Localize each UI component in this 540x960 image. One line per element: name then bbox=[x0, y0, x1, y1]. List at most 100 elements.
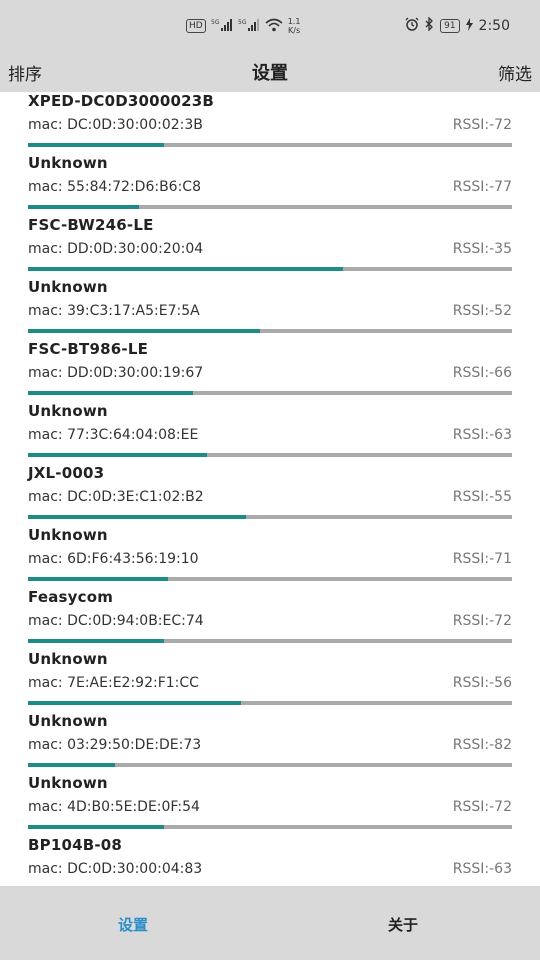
device-item[interactable]: BP104B-08 mac: DC:0D:30:00:04:83 RSSI:-6… bbox=[0, 836, 540, 886]
device-item[interactable]: FSC-BW246-LE mac: DD:0D:30:00:20:04 RSSI… bbox=[0, 216, 540, 278]
device-rssi: RSSI:-72 bbox=[452, 613, 512, 629]
device-mac: mac: DC:0D:3E:C1:02:B2 bbox=[28, 489, 204, 505]
device-item[interactable]: Unknown mac: 4D:B0:5E:DE:0F:54 RSSI:-72 bbox=[0, 774, 540, 836]
device-mac: mac: 03:29:50:DE:DE:73 bbox=[28, 737, 202, 753]
device-name: XPED-DC0D3000023B bbox=[28, 92, 215, 110]
device-mac: mac: DC:0D:30:00:04:83 bbox=[28, 861, 203, 877]
device-mac: mac: DC:0D:30:00:02:3B bbox=[28, 117, 203, 133]
signal-bar-track bbox=[28, 515, 512, 519]
device-mac: mac: 55:84:72:D6:B6:C8 bbox=[28, 179, 201, 195]
device-rssi: RSSI:-52 bbox=[452, 303, 512, 319]
signal-bar-track bbox=[28, 825, 512, 829]
device-item[interactable]: Unknown mac: 6D:F6:43:56:19:10 RSSI:-71 bbox=[0, 526, 540, 588]
signal-bar-fill bbox=[28, 639, 164, 643]
device-name: Unknown bbox=[28, 402, 108, 420]
signal-bar-fill bbox=[28, 825, 164, 829]
device-rssi: RSSI:-72 bbox=[452, 799, 512, 815]
signal-bar-fill bbox=[28, 453, 208, 457]
page-title: 设置 bbox=[252, 63, 288, 84]
device-name: BP104B-08 bbox=[28, 836, 123, 854]
signal-bar-track bbox=[28, 577, 512, 581]
device-rssi: RSSI:-72 bbox=[452, 117, 512, 133]
device-mac: mac: DC:0D:94:0B:EC:74 bbox=[28, 613, 204, 629]
device-item[interactable]: Unknown mac: 03:29:50:DE:DE:73 RSSI:-82 bbox=[0, 712, 540, 774]
device-rssi: RSSI:-63 bbox=[452, 427, 512, 443]
signal-bar-track bbox=[28, 763, 512, 767]
wifi-icon bbox=[265, 18, 283, 35]
battery-icon: 91 bbox=[440, 18, 460, 33]
net-speed-unit: K/s bbox=[288, 26, 301, 35]
device-item[interactable]: Unknown mac: 39:C3:17:A5:E7:5A RSSI:-52 bbox=[0, 278, 540, 340]
device-item[interactable]: JXL-0003 mac: DC:0D:3E:C1:02:B2 RSSI:-55 bbox=[0, 464, 540, 526]
signal-bar-fill bbox=[28, 143, 164, 147]
device-item[interactable]: FSC-BT986-LE mac: DD:0D:30:00:19:67 RSSI… bbox=[0, 340, 540, 402]
signal-bar-fill bbox=[28, 329, 261, 333]
device-rssi: RSSI:-82 bbox=[452, 737, 512, 753]
signal-bar-fill bbox=[28, 763, 116, 767]
signal-bar-fill bbox=[28, 701, 241, 705]
signal-bar-track bbox=[28, 267, 512, 271]
device-name: Unknown bbox=[28, 526, 108, 544]
device-mac: mac: 4D:B0:5E:DE:0F:54 bbox=[28, 799, 200, 815]
device-rssi: RSSI:-55 bbox=[452, 489, 512, 505]
signal-bar-track bbox=[28, 143, 512, 147]
device-rssi: RSSI:-77 bbox=[452, 179, 512, 195]
signal-bar-fill bbox=[28, 205, 140, 209]
hd-badge: HD bbox=[186, 19, 206, 33]
signal-bar-track bbox=[28, 453, 512, 457]
device-name: FSC-BW246-LE bbox=[28, 216, 154, 234]
signal-bar-track bbox=[28, 205, 512, 209]
signal-bar-fill bbox=[28, 515, 246, 519]
filter-button[interactable]: 筛选 bbox=[498, 60, 532, 85]
tab-settings[interactable]: 设置 bbox=[118, 914, 148, 935]
device-rssi: RSSI:-56 bbox=[452, 675, 512, 691]
status-left-group: HD 5G 5G 1.1 K/s bbox=[186, 17, 300, 35]
device-item[interactable]: Unknown mac: 55:84:72:D6:B6:C8 RSSI:-77 bbox=[0, 154, 540, 216]
device-item[interactable]: Feasycom mac: DC:0D:94:0B:EC:74 RSSI:-72 bbox=[0, 588, 540, 650]
signal-bar-fill bbox=[28, 577, 169, 581]
signal-bar-track bbox=[28, 701, 512, 705]
charging-icon bbox=[465, 17, 473, 34]
device-mac: mac: 7E:AE:E2:92:F1:CC bbox=[28, 675, 199, 691]
signal-bar-track bbox=[28, 391, 512, 395]
signal-bar-track bbox=[28, 639, 512, 643]
device-name: FSC-BT986-LE bbox=[28, 340, 149, 358]
device-name: Unknown bbox=[28, 712, 108, 730]
device-rssi: RSSI:-63 bbox=[452, 861, 512, 877]
device-item[interactable]: XPED-DC0D3000023B mac: DC:0D:30:00:02:3B… bbox=[0, 92, 540, 154]
app-header: 排序 设置 筛选 bbox=[0, 52, 540, 92]
signal-bar-fill bbox=[28, 391, 193, 395]
bluetooth-icon bbox=[425, 16, 434, 34]
status-right-group: 91 2:50 bbox=[405, 16, 510, 34]
alarm-icon bbox=[405, 17, 419, 34]
signal1-label: 5G bbox=[211, 19, 220, 26]
device-name: Unknown bbox=[28, 774, 108, 792]
signal-icon: 5G bbox=[211, 18, 233, 35]
device-item[interactable]: Unknown mac: 77:3C:64:04:08:EE RSSI:-63 bbox=[0, 402, 540, 464]
device-rssi: RSSI:-35 bbox=[452, 241, 512, 257]
net-speed-value: 1.1 bbox=[287, 17, 301, 26]
device-rssi: RSSI:-66 bbox=[452, 365, 512, 381]
bottom-nav: 设置 关于 bbox=[0, 886, 540, 960]
signal-bar-track bbox=[28, 329, 512, 333]
signal-bar-fill bbox=[28, 267, 343, 271]
device-mac: mac: 77:3C:64:04:08:EE bbox=[28, 427, 199, 443]
signal-icon-2: 5G bbox=[238, 18, 260, 35]
device-name: Unknown bbox=[28, 154, 108, 172]
device-name: Unknown bbox=[28, 278, 108, 296]
device-list[interactable]: XPED-DC0D3000023B mac: DC:0D:30:00:02:3B… bbox=[0, 92, 540, 886]
status-bar: HD 5G 5G 1.1 K/s 91 2:50 bbox=[0, 0, 540, 52]
net-speed: 1.1 K/s bbox=[288, 17, 301, 35]
device-item[interactable]: Unknown mac: 7E:AE:E2:92:F1:CC RSSI:-56 bbox=[0, 650, 540, 712]
device-mac: mac: 39:C3:17:A5:E7:5A bbox=[28, 303, 200, 319]
clock-time: 2:50 bbox=[478, 17, 510, 34]
device-mac: mac: DD:0D:30:00:19:67 bbox=[28, 365, 204, 381]
device-name: JXL-0003 bbox=[28, 464, 105, 482]
device-name: Feasycom bbox=[28, 588, 114, 606]
battery-level: 91 bbox=[444, 20, 456, 31]
device-rssi: RSSI:-71 bbox=[452, 551, 512, 567]
signal2-label: 5G bbox=[238, 19, 247, 26]
device-mac: mac: DD:0D:30:00:20:04 bbox=[28, 241, 204, 257]
device-name: Unknown bbox=[28, 650, 108, 668]
tab-about[interactable]: 关于 bbox=[388, 914, 418, 935]
